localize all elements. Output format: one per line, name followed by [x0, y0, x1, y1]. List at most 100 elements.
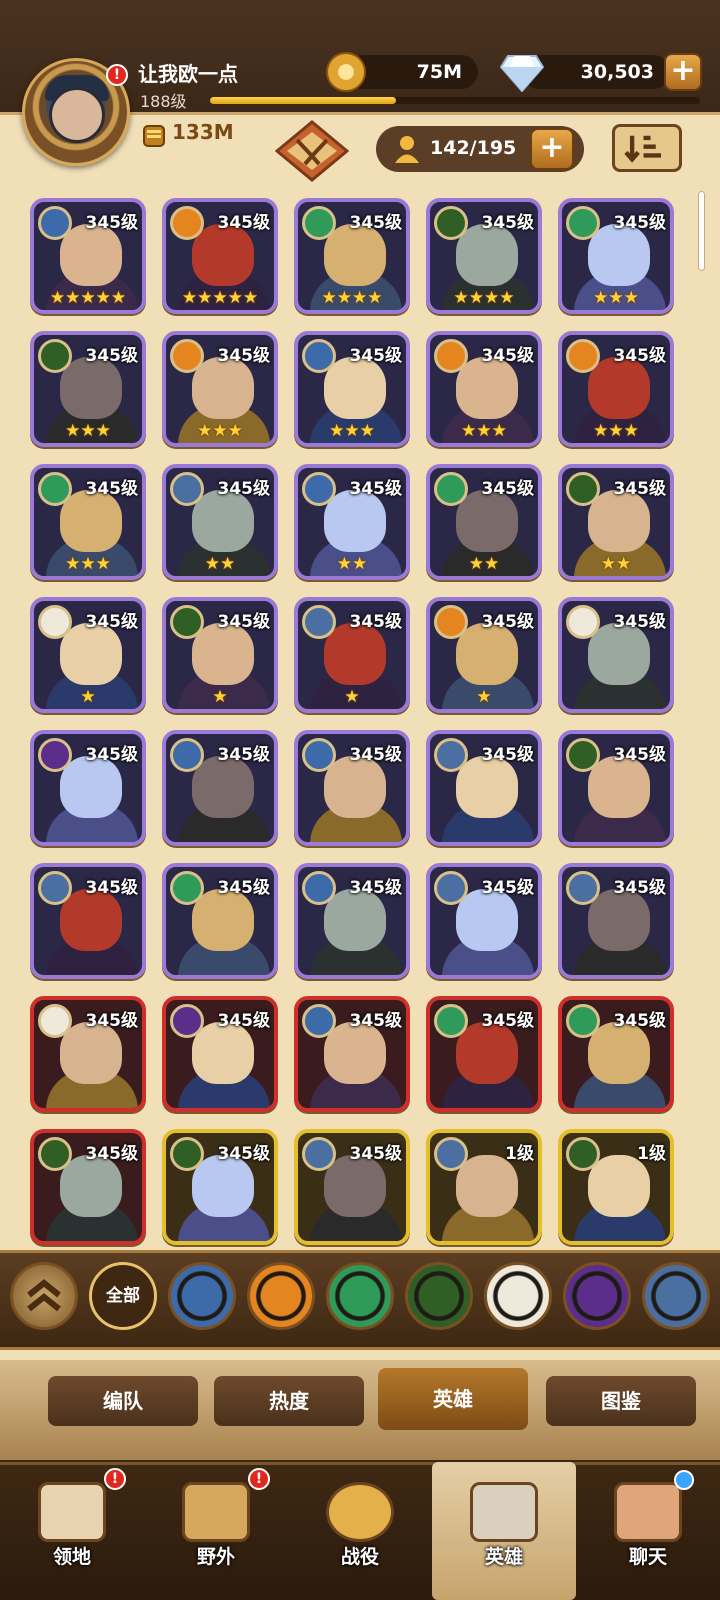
faction-badge-icon [566, 1004, 600, 1038]
hero-stars: ★★★ [593, 421, 639, 441]
celestial-icon[interactable] [484, 1262, 552, 1330]
hero-card[interactable]: 345级 [294, 730, 410, 846]
hero-level: 345级 [349, 878, 403, 898]
hero-level: 345级 [349, 612, 403, 632]
wilder-icon[interactable] [326, 1262, 394, 1330]
hero-card[interactable]: 345级 [426, 730, 542, 846]
hero-card[interactable]: 345级 ★★★★ [426, 198, 542, 314]
hero-card[interactable]: 345级 [30, 863, 146, 979]
hero-card[interactable]: 345级 ★★ [294, 464, 410, 580]
scrollbar[interactable] [699, 192, 704, 270]
hero-card[interactable]: 345级 [294, 1129, 410, 1245]
hero-card[interactable]: 345级 ★★ [558, 464, 674, 580]
hero-card[interactable]: 345级 ★ [426, 597, 542, 713]
tab-popularity[interactable]: 热度 [214, 1376, 364, 1426]
nav-chat[interactable]: 聊天 [576, 1462, 720, 1600]
hero-card[interactable]: 345级 ★★★★ [294, 198, 410, 314]
hero-card[interactable]: 345级 [162, 730, 278, 846]
hero-card[interactable]: 1级 [558, 1129, 674, 1245]
tab-formation[interactable]: 编队 [48, 1376, 198, 1426]
hero-stars: ★ [476, 687, 492, 707]
hero-card[interactable]: 345级 [426, 996, 542, 1112]
hero-card[interactable]: 345级 [294, 863, 410, 979]
diamond-display: 30,503 [522, 55, 670, 89]
scroll-map-icon [182, 1482, 250, 1542]
filter-all-button[interactable]: 全部 [89, 1262, 157, 1330]
hero-level: 345级 [481, 1011, 535, 1031]
hero-card[interactable]: 345级 ★★★ [426, 331, 542, 447]
nav-battle-sword[interactable]: 战役 [288, 1462, 432, 1600]
hero-card[interactable]: 345级 [30, 730, 146, 846]
battle-sword-icon [326, 1482, 394, 1542]
faction-badge-icon [302, 738, 336, 772]
hero-card[interactable]: 345级 ★★ [162, 464, 278, 580]
hero-level: 345级 [613, 612, 667, 632]
hero-card[interactable]: 345级 ★★★ [294, 331, 410, 447]
hypogean-icon[interactable] [563, 1262, 631, 1330]
tab-heroes[interactable]: 英雄 [378, 1368, 528, 1430]
hero-card[interactable]: 345级 [162, 996, 278, 1112]
hero-level: 345级 [481, 745, 535, 765]
tab-compendium[interactable]: 图鉴 [546, 1376, 696, 1426]
faction-badge-icon [170, 1137, 204, 1171]
hero-level: 345级 [85, 1011, 139, 1031]
hero-card[interactable]: 345级 [162, 863, 278, 979]
hero-card[interactable]: 345级 ★★★ [558, 198, 674, 314]
hero-card[interactable]: 345级 [558, 996, 674, 1112]
hero-card[interactable]: 345级 [162, 1129, 278, 1245]
add-diamond-button[interactable]: + [664, 53, 702, 91]
graveborn-icon[interactable] [405, 1262, 473, 1330]
hero-level: 345级 [613, 213, 667, 233]
hero-level: 345级 [85, 878, 139, 898]
lightbearer-icon[interactable] [168, 1262, 236, 1330]
faction-badge-icon [566, 339, 600, 373]
hero-card[interactable]: 345级 ★★★ [558, 331, 674, 447]
hero-level: 1级 [637, 1144, 666, 1164]
faction-badge-icon [170, 1004, 204, 1038]
hero-level: 345级 [613, 745, 667, 765]
nav-label: 战役 [340, 1546, 379, 1568]
faction-badge-icon [434, 871, 468, 905]
hero-card[interactable]: 345级 [30, 1129, 146, 1245]
hero-card[interactable]: 345级 ★ [162, 597, 278, 713]
faction-badge-icon [302, 1004, 336, 1038]
hero-card[interactable]: 345级 [426, 863, 542, 979]
hero-card[interactable]: 345级 ★★★ [30, 331, 146, 447]
hero-level: 345级 [217, 346, 271, 366]
sort-button[interactable] [612, 124, 682, 172]
hero-stars: ★★★★★ [49, 288, 127, 308]
hero-level: 345级 [613, 479, 667, 499]
nav-label: 英雄 [484, 1546, 523, 1568]
avatar-alert-badge: ! [106, 64, 128, 86]
hero-helmet-icon [470, 1482, 538, 1542]
faction-badge-icon [38, 1004, 72, 1038]
person-icon [395, 136, 419, 163]
nav-castle[interactable]: 领地! [0, 1462, 144, 1600]
hero-level: 345级 [481, 612, 535, 632]
nav-scroll-map[interactable]: 野外! [144, 1462, 288, 1600]
faction-badge-icon [38, 206, 72, 240]
hero-card[interactable]: 345级 [294, 996, 410, 1112]
expand-hero-slots-button[interactable]: + [530, 128, 574, 170]
hero-card[interactable]: 345级 ★★★★★ [162, 198, 278, 314]
hero-card[interactable]: 345级 ★★ [426, 464, 542, 580]
hero-level: 345级 [349, 745, 403, 765]
hero-card[interactable]: 345级 ★★★ [162, 331, 278, 447]
hero-card[interactable]: 345级 ★ [294, 597, 410, 713]
hero-card[interactable]: 345级 ★★★★★ [30, 198, 146, 314]
hero-level: 345级 [85, 213, 139, 233]
hero-level: 345级 [85, 346, 139, 366]
hero-card[interactable]: 345级 [558, 730, 674, 846]
dimensional-icon[interactable] [642, 1262, 710, 1330]
hero-card[interactable]: 1级 [426, 1129, 542, 1245]
hero-card[interactable]: 345级 [558, 597, 674, 713]
hero-card[interactable]: 345级 ★ [30, 597, 146, 713]
nav-hero-helmet[interactable]: 英雄 [432, 1462, 576, 1600]
nav-label: 领地 [52, 1546, 91, 1568]
mauler-icon[interactable] [247, 1262, 315, 1330]
hero-card[interactable]: 345级 [30, 996, 146, 1112]
collapse-up-icon[interactable] [10, 1262, 78, 1330]
hero-card[interactable]: 345级 [558, 863, 674, 979]
hero-card[interactable]: 345级 ★★★ [30, 464, 146, 580]
faction-emblem-icon[interactable] [275, 120, 349, 182]
